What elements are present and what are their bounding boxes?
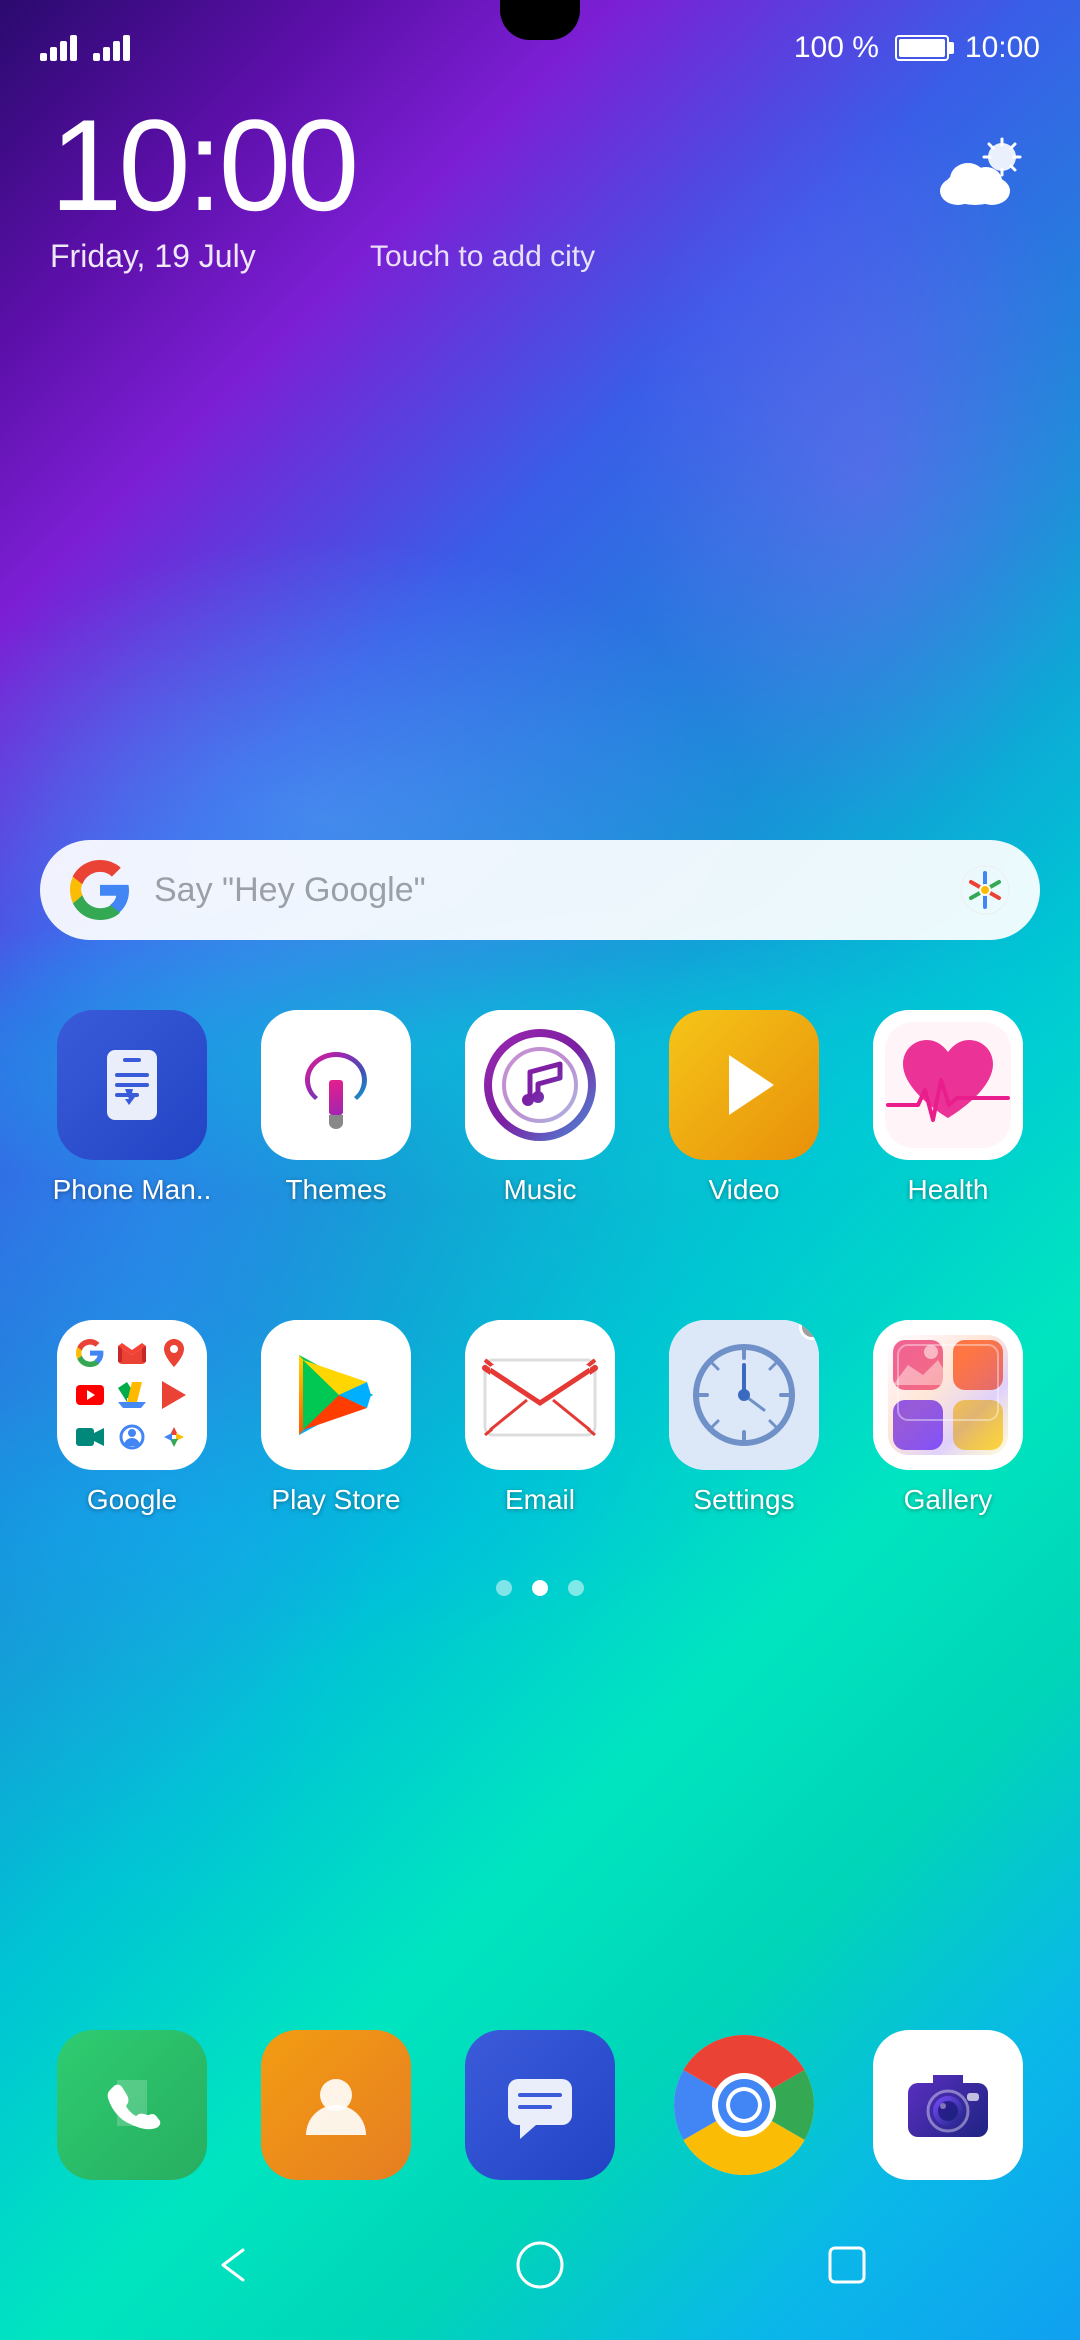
google-assistant-icon bbox=[960, 865, 1010, 915]
app-themes[interactable]: Themes bbox=[251, 1010, 421, 1206]
app-settings[interactable]: Settings bbox=[659, 1320, 829, 1516]
app-gallery[interactable]: Gallery bbox=[863, 1320, 1033, 1516]
settings-label: Settings bbox=[693, 1484, 794, 1516]
search-bar[interactable]: Say "Hey Google" bbox=[40, 840, 1040, 940]
app-playstore[interactable]: Play Store bbox=[251, 1320, 421, 1516]
page-dot-2[interactable] bbox=[532, 1580, 548, 1596]
app-video[interactable]: Video bbox=[659, 1010, 829, 1206]
nav-home-button[interactable] bbox=[515, 2240, 565, 2290]
status-time: 10:00 bbox=[965, 31, 1040, 65]
phone-manager-icon bbox=[57, 1010, 207, 1160]
clock-date: Friday, 19 July bbox=[50, 238, 355, 275]
health-label: Health bbox=[908, 1174, 989, 1206]
phone-manager-label: Phone Man.. bbox=[53, 1174, 212, 1206]
notch bbox=[500, 0, 580, 40]
clock-area[interactable]: 10:00 Friday, 19 July bbox=[50, 100, 355, 275]
health-icon bbox=[873, 1010, 1023, 1160]
app-google-folder[interactable]: Google bbox=[47, 1320, 217, 1516]
app-health[interactable]: Health bbox=[863, 1010, 1033, 1206]
dock-messages[interactable] bbox=[455, 2030, 625, 2180]
nav-back-button[interactable] bbox=[208, 2240, 258, 2290]
touch-city[interactable]: Touch to add city bbox=[370, 240, 595, 274]
video-label: Video bbox=[708, 1174, 779, 1206]
page-dots bbox=[0, 1580, 1080, 1596]
google-logo bbox=[70, 860, 130, 920]
music-icon bbox=[465, 1010, 615, 1160]
video-icon bbox=[669, 1010, 819, 1160]
page-dot-3[interactable] bbox=[568, 1580, 584, 1596]
battery-icon-container bbox=[895, 35, 949, 61]
camera-icon bbox=[873, 2030, 1023, 2180]
signal-1 bbox=[40, 35, 77, 61]
weather-widget[interactable] bbox=[940, 130, 1030, 220]
dock-phone[interactable] bbox=[47, 2030, 217, 2180]
nav-bar bbox=[0, 2190, 1080, 2340]
contacts-icon bbox=[261, 2030, 411, 2180]
page-dot-1[interactable] bbox=[496, 1580, 512, 1596]
dock bbox=[0, 2030, 1080, 2180]
weather-icon bbox=[940, 130, 1030, 220]
nav-recent-button[interactable] bbox=[822, 2240, 872, 2290]
themes-icon bbox=[261, 1010, 411, 1160]
email-label: Email bbox=[505, 1484, 575, 1516]
gallery-icon bbox=[873, 1320, 1023, 1470]
phone-icon bbox=[57, 2030, 207, 2180]
status-left bbox=[40, 35, 130, 61]
playstore-label: Play Store bbox=[271, 1484, 400, 1516]
dock-contacts[interactable] bbox=[251, 2030, 421, 2180]
search-placeholder: Say "Hey Google" bbox=[154, 871, 936, 910]
music-label: Music bbox=[503, 1174, 576, 1206]
dock-chrome[interactable] bbox=[659, 2030, 829, 2180]
signal-2 bbox=[93, 35, 130, 61]
settings-icon bbox=[669, 1320, 819, 1470]
chrome-icon bbox=[669, 2030, 819, 2180]
email-icon bbox=[465, 1320, 615, 1470]
app-music[interactable]: Music bbox=[455, 1010, 625, 1206]
battery-icon bbox=[895, 35, 949, 61]
clock-time: 10:00 bbox=[50, 100, 355, 230]
google-folder-icon bbox=[57, 1320, 207, 1470]
app-phone-manager[interactable]: Phone Man.. bbox=[47, 1010, 217, 1206]
app-row-1: Phone Man.. bbox=[0, 1010, 1080, 1206]
gallery-label: Gallery bbox=[904, 1484, 993, 1516]
battery-fill bbox=[899, 39, 945, 57]
themes-label: Themes bbox=[285, 1174, 386, 1206]
dock-camera[interactable] bbox=[863, 2030, 1033, 2180]
google-folder-label: Google bbox=[87, 1484, 177, 1516]
battery-percent: 100 % bbox=[794, 31, 879, 65]
app-email[interactable]: Email bbox=[455, 1320, 625, 1516]
playstore-icon bbox=[261, 1320, 411, 1470]
messages-icon bbox=[465, 2030, 615, 2180]
app-row-2: Google bbox=[0, 1320, 1080, 1516]
status-right: 100 % 10:00 bbox=[794, 31, 1040, 65]
